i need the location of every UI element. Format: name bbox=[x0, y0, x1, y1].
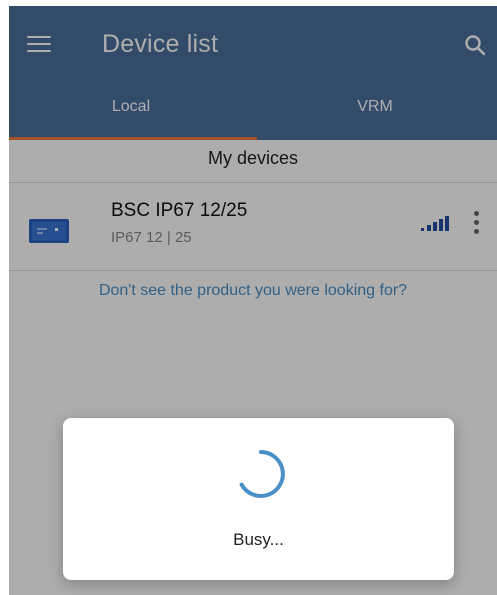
loading-spinner-icon bbox=[233, 446, 289, 502]
busy-dialog: Busy... bbox=[63, 418, 454, 580]
screen: Device list Local VRM My devices BSC IP6… bbox=[0, 0, 497, 595]
app-window: Device list Local VRM My devices BSC IP6… bbox=[9, 6, 497, 595]
frame-edge-top bbox=[0, 0, 497, 6]
frame-edge-left bbox=[0, 0, 9, 595]
busy-message: Busy... bbox=[233, 530, 284, 549]
